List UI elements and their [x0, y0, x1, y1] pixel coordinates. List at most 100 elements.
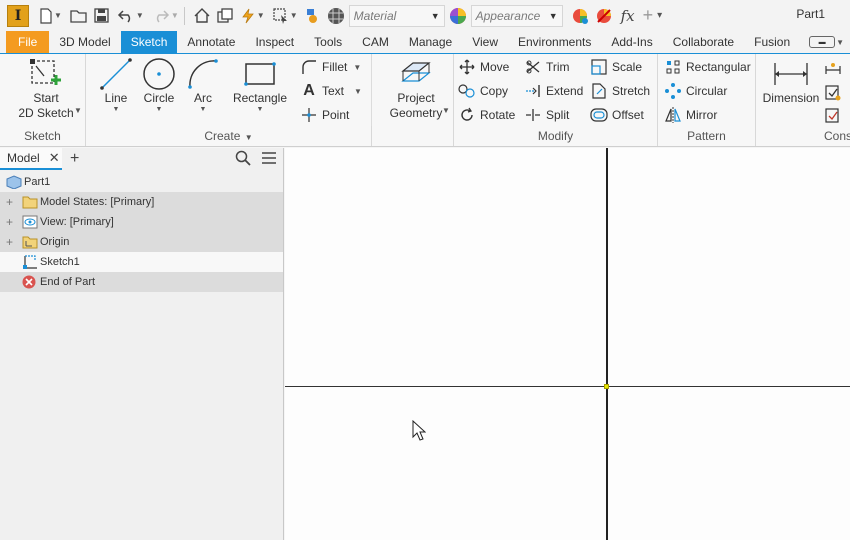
- circle-label: Circle: [143, 91, 175, 105]
- adjust-icon[interactable]: [305, 5, 321, 27]
- chevron-down-icon[interactable]: ▼: [200, 106, 207, 113]
- mirror-button[interactable]: Mirror: [664, 105, 717, 125]
- constraint-horizontal-button[interactable]: [824, 59, 846, 79]
- chevron-down-icon[interactable]: ▼: [156, 106, 163, 113]
- new-file-icon[interactable]: [39, 5, 53, 27]
- create-panel-title-text: Create: [204, 129, 241, 143]
- stretch-button[interactable]: Stretch: [590, 81, 650, 101]
- text-label: Text: [322, 84, 345, 98]
- tab-collaborate[interactable]: Collaborate: [663, 31, 744, 53]
- chevron-down-icon: ▼: [354, 86, 362, 96]
- move-button[interactable]: Move: [458, 57, 509, 77]
- chevron-down-icon[interactable]: ▼: [257, 106, 264, 113]
- trim-button[interactable]: Trim: [524, 57, 570, 77]
- project-geometry-dropdown-icon[interactable]: ▼: [442, 106, 450, 115]
- line-button[interactable]: Line ▼: [94, 57, 138, 113]
- start-sketch-dropdown-icon[interactable]: ▼: [74, 106, 82, 115]
- tab-manage[interactable]: Manage: [399, 31, 462, 53]
- rectangular-pattern-button[interactable]: Rectangular: [664, 57, 751, 77]
- fx-parameters-icon[interactable]: fx: [621, 5, 635, 27]
- tab-3d-model[interactable]: 3D Model: [49, 31, 120, 53]
- create-panel-title[interactable]: Create ▼: [86, 129, 371, 143]
- app-logo[interactable]: I: [7, 4, 29, 27]
- tree-item-model-states[interactable]: + Model States: [Primary]: [0, 192, 283, 212]
- adjust-appearance-icon[interactable]: [571, 5, 589, 27]
- tree-item-origin[interactable]: + Origin: [0, 232, 283, 252]
- material-dropdown[interactable]: Material ▼: [348, 4, 445, 27]
- material-sphere-icon[interactable]: [327, 5, 345, 27]
- text-button[interactable]: A Text ▼: [300, 81, 362, 101]
- tree-item-sketch1[interactable]: Sketch1: [0, 252, 283, 272]
- home-icon[interactable]: [194, 5, 210, 27]
- constraint-coincident-button[interactable]: [824, 83, 846, 103]
- point-button[interactable]: Point: [300, 105, 349, 125]
- appearance-color-icon[interactable]: [449, 5, 467, 27]
- arc-button[interactable]: Arc ▼: [184, 57, 222, 113]
- projects-icon[interactable]: [217, 5, 233, 27]
- graphics-canvas[interactable]: [285, 148, 850, 540]
- circular-pattern-button[interactable]: Circular: [664, 81, 727, 101]
- origin-point[interactable]: [604, 384, 609, 389]
- tab-fusion[interactable]: Fusion: [744, 31, 800, 53]
- tab-sketch[interactable]: Sketch: [120, 31, 178, 53]
- appearance-dropdown[interactable]: Appearance ▼: [470, 4, 563, 27]
- expand-icon[interactable]: +: [6, 235, 13, 249]
- model-tab-label: Model: [7, 151, 40, 165]
- scale-button[interactable]: Scale: [590, 57, 642, 77]
- expand-icon[interactable]: +: [6, 215, 13, 229]
- point-icon: [300, 108, 318, 122]
- clear-appearance-icon[interactable]: [595, 5, 613, 27]
- tab-environments[interactable]: Environments: [508, 31, 601, 53]
- mouse-cursor-icon: [412, 420, 426, 441]
- tab-view[interactable]: View: [462, 31, 508, 53]
- tab-add-ins[interactable]: Add-Ins: [601, 31, 662, 53]
- customize-dropdown-icon[interactable]: ▾: [657, 10, 662, 21]
- offset-button[interactable]: Offset: [590, 105, 644, 125]
- split-button[interactable]: Split: [524, 105, 569, 125]
- tree-item-view[interactable]: + View: [Primary]: [0, 212, 283, 232]
- tree-item-end-of-part[interactable]: End of Part: [0, 272, 283, 292]
- update-dropdown-icon[interactable]: ▼: [257, 11, 265, 20]
- tab-file[interactable]: File: [6, 31, 50, 53]
- close-icon[interactable]: ✕: [49, 150, 60, 166]
- fillet-button[interactable]: Fillet ▼: [300, 57, 361, 77]
- update-lightning-icon[interactable]: [240, 5, 256, 27]
- menu-icon[interactable]: [261, 151, 277, 168]
- stretch-label: Stretch: [612, 84, 651, 98]
- start-2d-sketch-button[interactable]: Start 2D Sketch: [14, 57, 78, 121]
- add-tab-icon[interactable]: +: [70, 150, 79, 168]
- chevron-down-icon[interactable]: ▼: [113, 106, 120, 113]
- undo-icon[interactable]: [117, 5, 135, 27]
- ribbon: Start 2D Sketch ▼ Sketch Line ▼ Circle ▼: [0, 53, 850, 147]
- chevron-down-icon: ▼: [836, 37, 844, 47]
- expand-icon[interactable]: +: [6, 195, 13, 209]
- save-icon[interactable]: [94, 5, 109, 27]
- model-tab[interactable]: Model ✕: [0, 148, 62, 170]
- ribbon-display-toggle[interactable]: ▬ ▼: [809, 31, 850, 53]
- redo-icon[interactable]: [152, 5, 170, 27]
- undo-dropdown-icon[interactable]: ▼: [136, 11, 144, 20]
- model-tree: Part1 + Model States: [Primary] + View: …: [0, 172, 283, 292]
- circle-button[interactable]: Circle ▼: [138, 57, 180, 113]
- line-label: Line: [104, 91, 128, 105]
- copy-button[interactable]: Copy: [458, 81, 508, 101]
- rotate-button[interactable]: Rotate: [458, 105, 515, 125]
- tab-cam[interactable]: CAM: [352, 31, 399, 53]
- tree-item-part1[interactable]: Part1: [0, 172, 283, 192]
- select-dropdown-icon[interactable]: ▼: [290, 11, 298, 20]
- constraint-fix-button[interactable]: [824, 106, 846, 126]
- open-folder-icon[interactable]: [70, 5, 88, 27]
- tab-annotate[interactable]: Annotate: [177, 31, 245, 53]
- new-dropdown-icon[interactable]: ▼: [54, 11, 62, 20]
- scale-icon: [590, 59, 608, 75]
- tab-inspect[interactable]: Inspect: [245, 31, 304, 53]
- add-icon[interactable]: +: [643, 5, 654, 27]
- dimension-button[interactable]: Dimension: [760, 57, 822, 106]
- extend-icon: [524, 84, 542, 98]
- select-filter-icon[interactable]: [273, 5, 289, 27]
- rectangle-button[interactable]: Rectangle ▼: [228, 57, 292, 113]
- search-icon[interactable]: [235, 150, 251, 169]
- extend-button[interactable]: Extend: [524, 81, 583, 101]
- tab-tools[interactable]: Tools: [304, 31, 352, 53]
- redo-dropdown-icon[interactable]: ▼: [171, 11, 179, 20]
